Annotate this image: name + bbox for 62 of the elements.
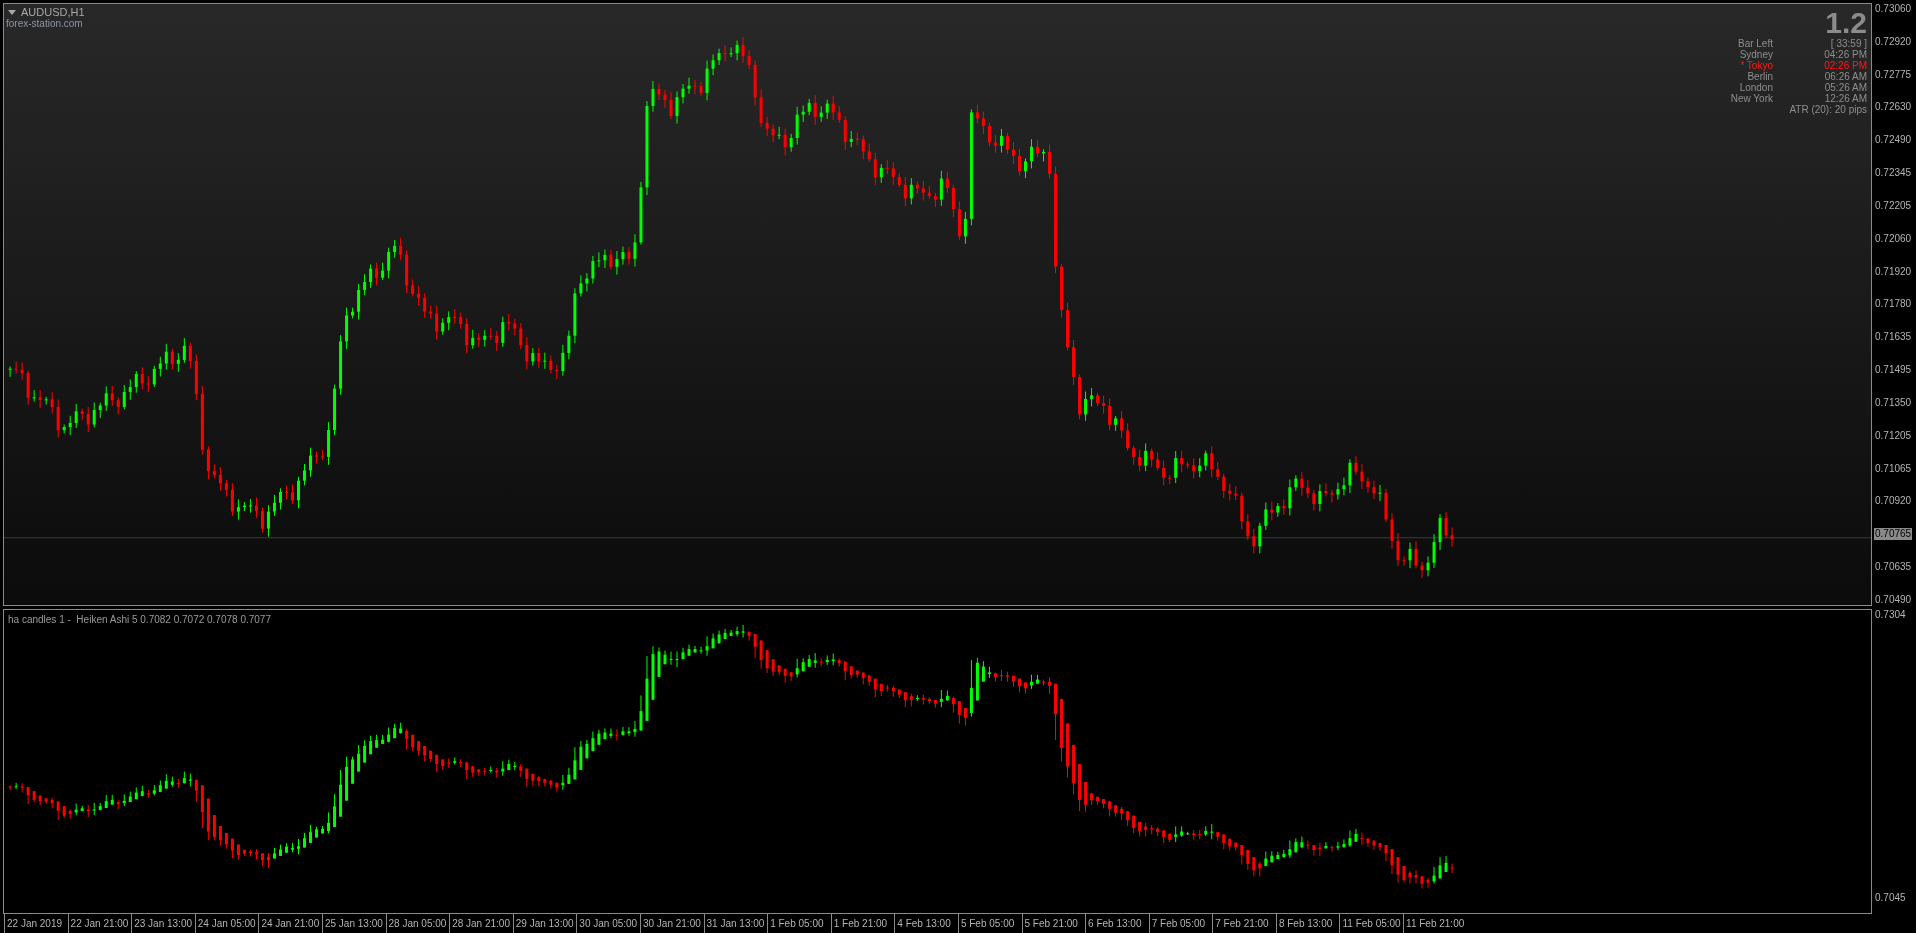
- time-tick: 8 Feb 13:00: [1275, 914, 1340, 933]
- price-tick: 0.71065: [1874, 462, 1913, 475]
- time-tick: 11 Feb 05:00: [1339, 914, 1404, 933]
- session-label: * Tokyo: [1739, 60, 1773, 71]
- price-tick: 0.70920: [1874, 495, 1913, 508]
- price-tick: 0.70635: [1874, 561, 1913, 574]
- time-tick: 7 Feb 21:00: [1212, 914, 1276, 933]
- time-tick: 30 Jan 21:00: [639, 914, 704, 933]
- price-tick: 0.72490: [1874, 134, 1913, 147]
- session-value: 06:26 AM: [1823, 71, 1867, 82]
- session-value: 04:26 PM: [1823, 49, 1867, 60]
- price-tick: 0.71350: [1874, 396, 1913, 409]
- session-value: [ 33:59 ]: [1830, 38, 1867, 49]
- dropdown-triangle-icon[interactable]: [8, 9, 16, 15]
- time-tick: 22 Jan 21:00: [67, 914, 132, 933]
- time-tick: 6 Feb 13:00: [1085, 914, 1149, 933]
- price-tick: 0.73060: [1874, 3, 1913, 15]
- atr-label: ATR (20): 20 pips: [1789, 104, 1867, 115]
- time-tick: 25 Jan 13:00: [321, 914, 386, 933]
- time-tick: 22 Jan 2019: [4, 914, 68, 933]
- time-tick: 1 Feb 05:00: [767, 914, 831, 933]
- time-tick: 24 Jan 21:00: [258, 914, 322, 933]
- price-tick: 0.72630: [1874, 101, 1913, 114]
- price-tick: 0.72920: [1874, 35, 1913, 48]
- price-tick: 0.72060: [1874, 232, 1913, 245]
- session-value: 12:26 AM: [1823, 93, 1867, 104]
- session-label: New York: [1730, 93, 1773, 104]
- time-tick: 31 Jan 13:00: [703, 914, 768, 933]
- symbol-label: AUDUSD,H1: [21, 6, 85, 18]
- indicator-label: ha candles 1 - Heiken Ashi 5 0.7082 0.7072 0.7078 0.7077: [8, 614, 271, 625]
- source-label: forex-station.com: [6, 18, 83, 29]
- price-tick: 0.71205: [1874, 429, 1913, 442]
- price-tick: 0.72345: [1874, 167, 1913, 180]
- current-price-label: 0.70765: [1874, 528, 1913, 541]
- session-label: Sydney: [1738, 49, 1773, 60]
- time-tick: 4 Feb 13:00: [894, 914, 958, 933]
- price-tick: 0.71495: [1874, 364, 1913, 377]
- price-tick: 0.7304: [1874, 609, 1907, 621]
- time-tick: 5 Feb 21:00: [1021, 914, 1086, 933]
- price-tick: 0.72205: [1874, 199, 1913, 212]
- time-tick: 7 Feb 05:00: [1148, 914, 1213, 933]
- price-tick: 0.71780: [1874, 298, 1913, 311]
- timer-value: 1.2: [1825, 8, 1867, 38]
- session-value: 05:26 AM: [1823, 82, 1867, 93]
- session-label: Bar Left: [1736, 38, 1773, 49]
- time-tick: 11 Feb 21:00: [1403, 914, 1467, 933]
- price-tick: 0.70490: [1874, 593, 1913, 606]
- time-tick: 28 Jan 05:00: [385, 914, 450, 933]
- time-tick: 1 Feb 21:00: [830, 914, 895, 933]
- time-tick: 24 Jan 05:00: [194, 914, 259, 933]
- session-label: London: [1738, 82, 1773, 93]
- time-tick: 30 Jan 05:00: [576, 914, 640, 933]
- price-tick: 0.71635: [1874, 331, 1913, 344]
- session-label: Berlin: [1746, 71, 1773, 82]
- time-tick: 5 Feb 05:00: [957, 914, 1022, 933]
- session-value: 02:26 PM: [1823, 60, 1867, 71]
- price-tick: 0.72775: [1874, 68, 1913, 81]
- time-tick: 23 Jan 13:00: [131, 914, 195, 933]
- price-tick: 0.71920: [1874, 265, 1913, 278]
- time-tick: 28 Jan 21:00: [449, 914, 513, 933]
- time-tick: 29 Jan 13:00: [512, 914, 577, 933]
- price-tick: 0.7045: [1874, 892, 1907, 904]
